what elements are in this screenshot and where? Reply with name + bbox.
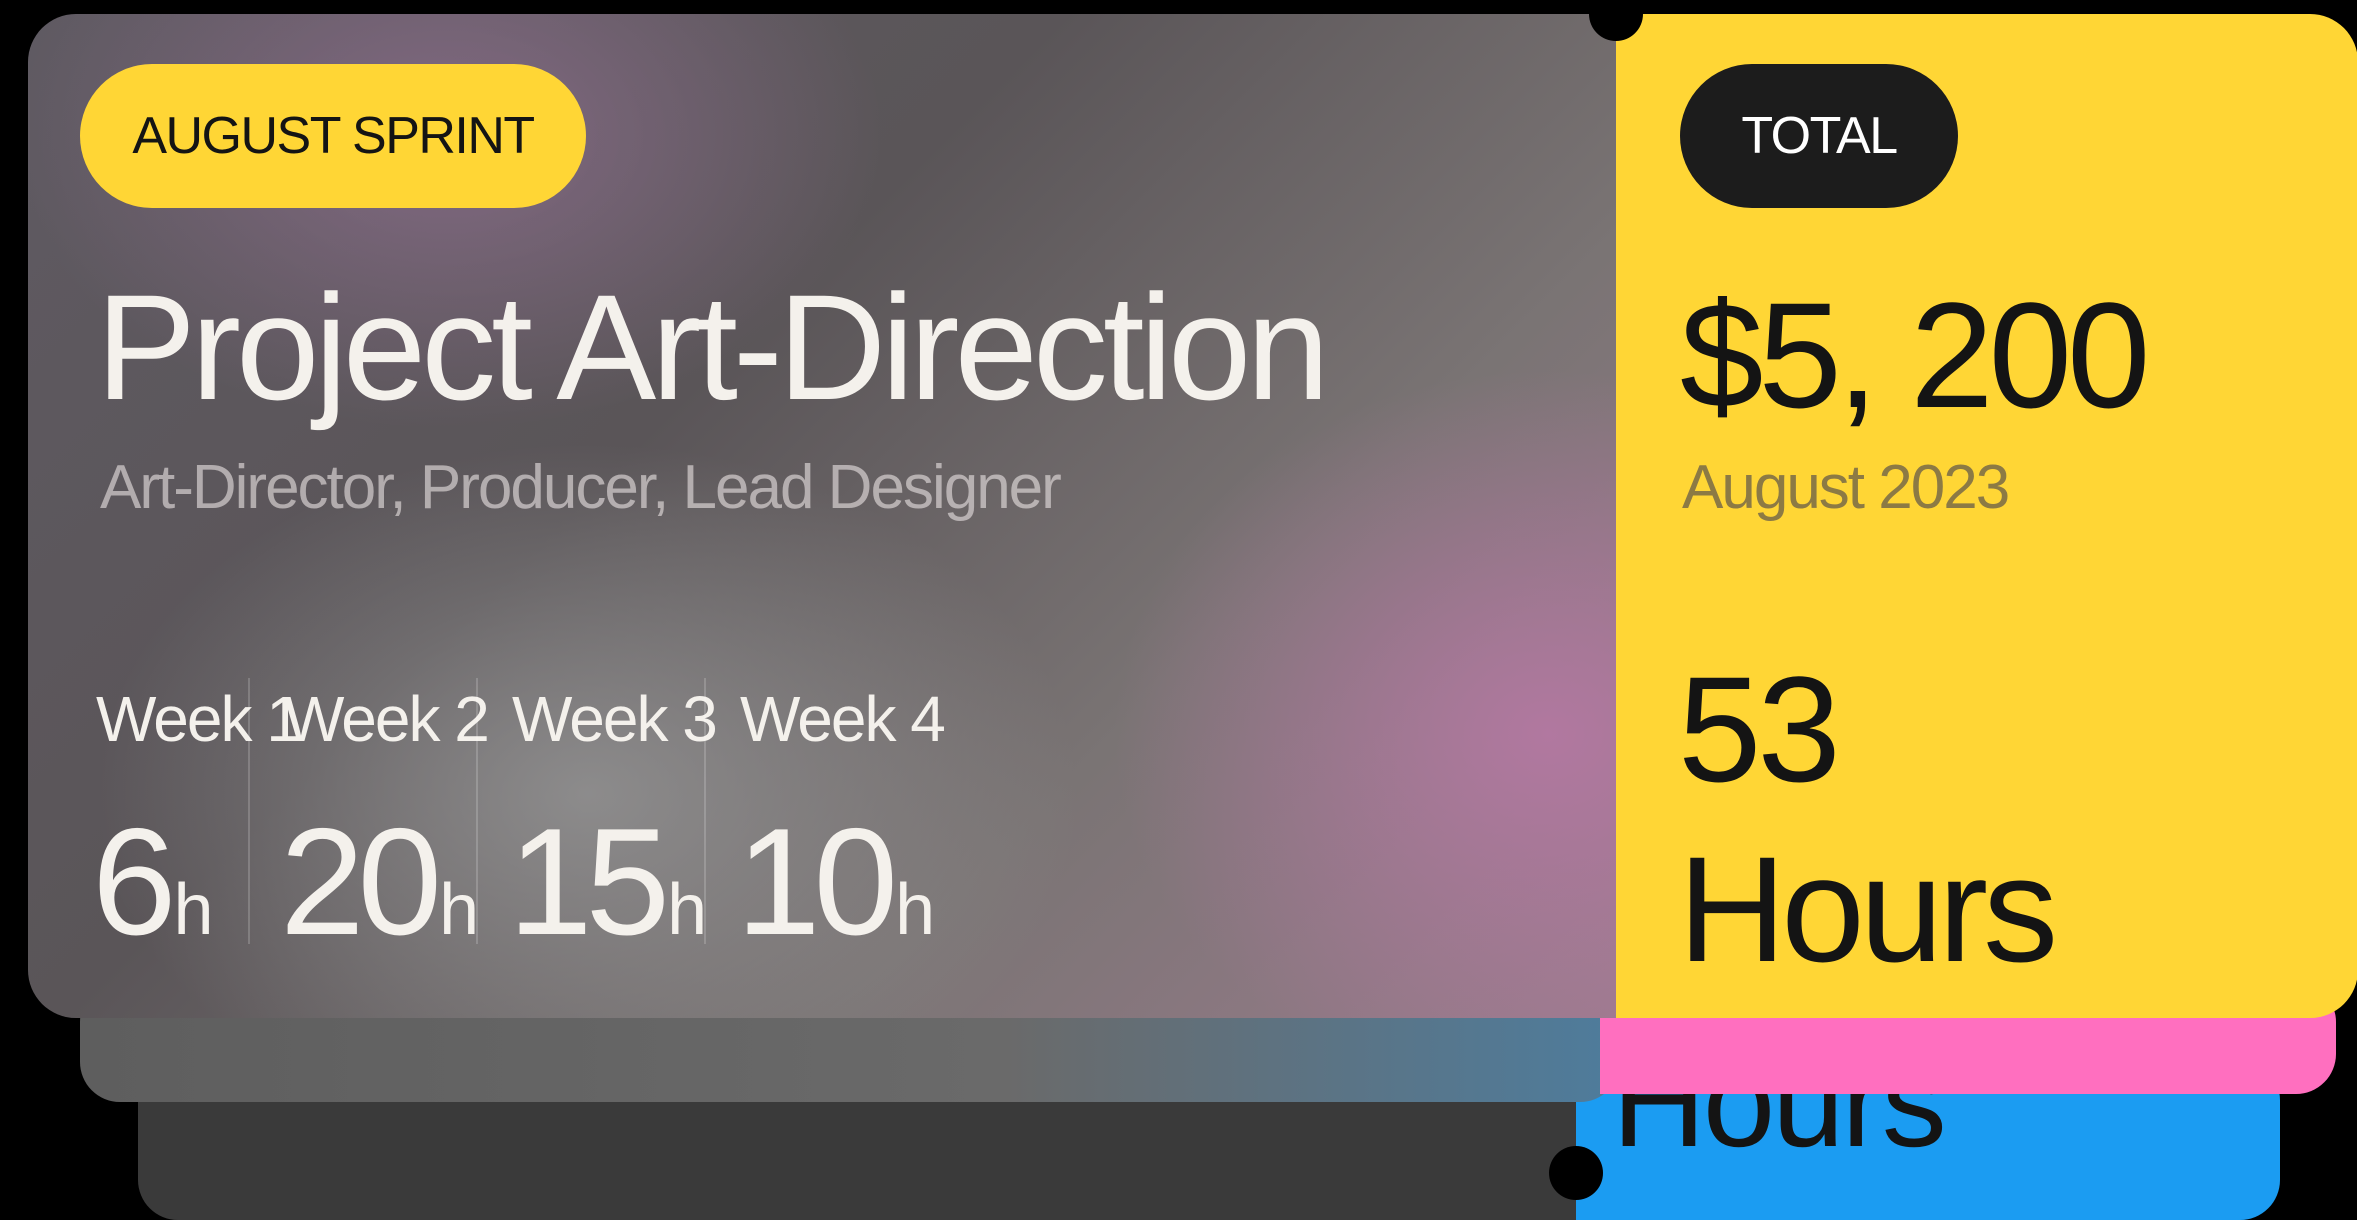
project-ticket-card[interactable]: AUGUST SPRINT Project Art-Direction Art-… [28,14,2357,1018]
week-divider [704,678,706,944]
week-hours-value: 20 [280,797,442,967]
week-hours: 20h [280,806,479,958]
week-hours: 10h [736,806,935,958]
week-hours-value: 10 [736,797,898,967]
week-divider [476,678,478,944]
project-details-panel: AUGUST SPRINT Project Art-Direction Art-… [28,14,1616,1018]
project-title: Project Art-Direction [96,263,1330,431]
total-period: August 2023 [1682,453,2010,522]
project-roles: Art-Director, Producer, Lead Designer [100,453,1062,522]
week-hours-value: 15 [508,797,670,967]
total-amount: $5, 200 [1680,271,2150,439]
week-label: Week 2 [284,683,490,755]
week-hours-value: 6 [92,797,177,967]
week-divider [248,678,250,944]
week-label: Week 4 [740,683,946,755]
total-badge: TOTAL [1680,64,1958,208]
week-hours-unit: h [439,870,480,950]
week-hours-unit: h [173,870,214,950]
total-hours-value: 53 [1678,645,1841,813]
week-label: Week 3 [512,683,718,755]
total-hours-label: Hours [1678,825,2058,993]
week-hours: 6h [92,806,214,958]
week-hours: 15h [508,806,707,958]
week-hours-unit: h [895,870,936,950]
sprint-badge: AUGUST SPRINT [80,64,586,208]
week-hours-unit: h [667,870,708,950]
week-label: Week 1 [96,683,302,755]
ticket-notch-bottom [1549,1146,1603,1200]
